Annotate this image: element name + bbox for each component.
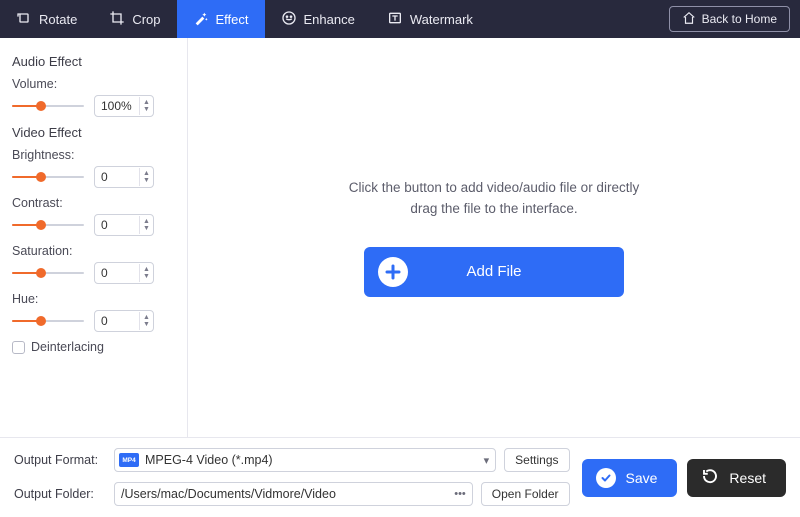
- plus-icon: [378, 257, 408, 287]
- tab-enhance[interactable]: Enhance: [265, 0, 371, 38]
- hue-value: 0: [95, 314, 139, 328]
- volume-label: Volume:: [12, 77, 175, 91]
- rotate-icon: [16, 10, 32, 29]
- file-drop-area[interactable]: Click the button to add video/audio file…: [188, 38, 800, 437]
- enhance-icon: [281, 10, 297, 29]
- browse-icon[interactable]: •••: [454, 488, 466, 500]
- hue-label: Hue:: [12, 292, 175, 306]
- home-icon: [682, 11, 696, 28]
- action-buttons: Save Reset: [582, 448, 787, 507]
- brightness-slider[interactable]: [12, 170, 84, 184]
- volume-row: 100% ▲▼: [12, 95, 175, 117]
- tab-label: Rotate: [39, 12, 77, 27]
- hue-slider[interactable]: [12, 314, 84, 328]
- add-file-button[interactable]: Add File: [364, 247, 624, 297]
- drop-hint: Click the button to add video/audio file…: [349, 178, 639, 219]
- output-settings: Output Format: MPEG-4 Video (*.mp4) ▾ Se…: [14, 448, 570, 507]
- output-folder-value: /Users/mac/Documents/Vidmore/Video: [121, 487, 448, 501]
- tab-crop[interactable]: Crop: [93, 0, 176, 38]
- saturation-label: Saturation:: [12, 244, 175, 258]
- reset-label: Reset: [729, 470, 766, 486]
- bottom-bar: Output Format: MPEG-4 Video (*.mp4) ▾ Se…: [0, 437, 800, 517]
- contrast-slider[interactable]: [12, 218, 84, 232]
- stepper-arrows-icon[interactable]: ▲▼: [139, 216, 153, 234]
- tab-effect[interactable]: Effect: [177, 0, 265, 38]
- deinterlacing-row[interactable]: Deinterlacing: [12, 340, 175, 354]
- tab-label: Crop: [132, 12, 160, 27]
- check-icon: [596, 468, 616, 488]
- stepper-arrows-icon[interactable]: ▲▼: [139, 264, 153, 282]
- hue-stepper[interactable]: 0▲▼: [94, 310, 154, 332]
- tab-label: Enhance: [304, 12, 355, 27]
- reset-icon: [701, 467, 719, 488]
- settings-button[interactable]: Settings: [504, 448, 569, 472]
- effects-sidebar: Audio Effect Volume: 100% ▲▼ Video Effec…: [0, 38, 188, 437]
- back-to-home-label: Back to Home: [702, 12, 777, 26]
- output-format-row: Output Format: MPEG-4 Video (*.mp4) ▾ Se…: [14, 448, 570, 472]
- contrast-stepper[interactable]: 0▲▼: [94, 214, 154, 236]
- add-file-label: Add File: [466, 263, 521, 280]
- mp4-icon: [119, 453, 139, 467]
- output-format-label: Output Format:: [14, 453, 106, 467]
- open-folder-button[interactable]: Open Folder: [481, 482, 570, 506]
- tab-label: Watermark: [410, 12, 473, 27]
- saturation-stepper[interactable]: 0▲▼: [94, 262, 154, 284]
- brightness-stepper[interactable]: 0▲▼: [94, 166, 154, 188]
- output-folder-label: Output Folder:: [14, 487, 106, 501]
- save-label: Save: [626, 470, 658, 486]
- tab-label: Effect: [216, 12, 249, 27]
- brightness-value: 0: [95, 170, 139, 184]
- deinterlacing-checkbox[interactable]: [12, 341, 25, 354]
- top-toolbar: Rotate Crop Effect Enha: [0, 0, 800, 38]
- save-button[interactable]: Save: [582, 459, 678, 497]
- stepper-arrows-icon[interactable]: ▲▼: [139, 168, 153, 186]
- saturation-row: 0▲▼: [12, 262, 175, 284]
- volume-stepper[interactable]: 100% ▲▼: [94, 95, 154, 117]
- tab-rotate[interactable]: Rotate: [0, 0, 93, 38]
- back-to-home-button[interactable]: Back to Home: [669, 6, 790, 32]
- contrast-row: 0▲▼: [12, 214, 175, 236]
- audio-effect-title: Audio Effect: [12, 54, 175, 69]
- output-folder-row: Output Folder: /Users/mac/Documents/Vidm…: [14, 482, 570, 506]
- output-folder-field[interactable]: /Users/mac/Documents/Vidmore/Video •••: [114, 482, 473, 506]
- crop-icon: [109, 10, 125, 29]
- main-area: Audio Effect Volume: 100% ▲▼ Video Effec…: [0, 38, 800, 437]
- output-format-value: MPEG-4 Video (*.mp4): [145, 453, 478, 467]
- brightness-row: 0▲▼: [12, 166, 175, 188]
- deinterlacing-label: Deinterlacing: [31, 340, 104, 354]
- volume-slider[interactable]: [12, 99, 84, 113]
- watermark-icon: [387, 10, 403, 29]
- stepper-arrows-icon[interactable]: ▲▼: [139, 312, 153, 330]
- toolbar-spacer: [489, 0, 669, 38]
- tab-watermark[interactable]: Watermark: [371, 0, 489, 38]
- contrast-label: Contrast:: [12, 196, 175, 210]
- reset-button[interactable]: Reset: [687, 459, 786, 497]
- chevron-down-icon: ▾: [484, 454, 490, 467]
- stepper-arrows-icon[interactable]: ▲▼: [139, 97, 153, 115]
- hue-row: 0▲▼: [12, 310, 175, 332]
- saturation-value: 0: [95, 266, 139, 280]
- video-effect-title: Video Effect: [12, 125, 175, 140]
- contrast-value: 0: [95, 218, 139, 232]
- saturation-slider[interactable]: [12, 266, 84, 280]
- brightness-label: Brightness:: [12, 148, 175, 162]
- output-format-select[interactable]: MPEG-4 Video (*.mp4) ▾: [114, 448, 496, 472]
- effect-icon: [193, 10, 209, 29]
- volume-value: 100%: [95, 99, 139, 113]
